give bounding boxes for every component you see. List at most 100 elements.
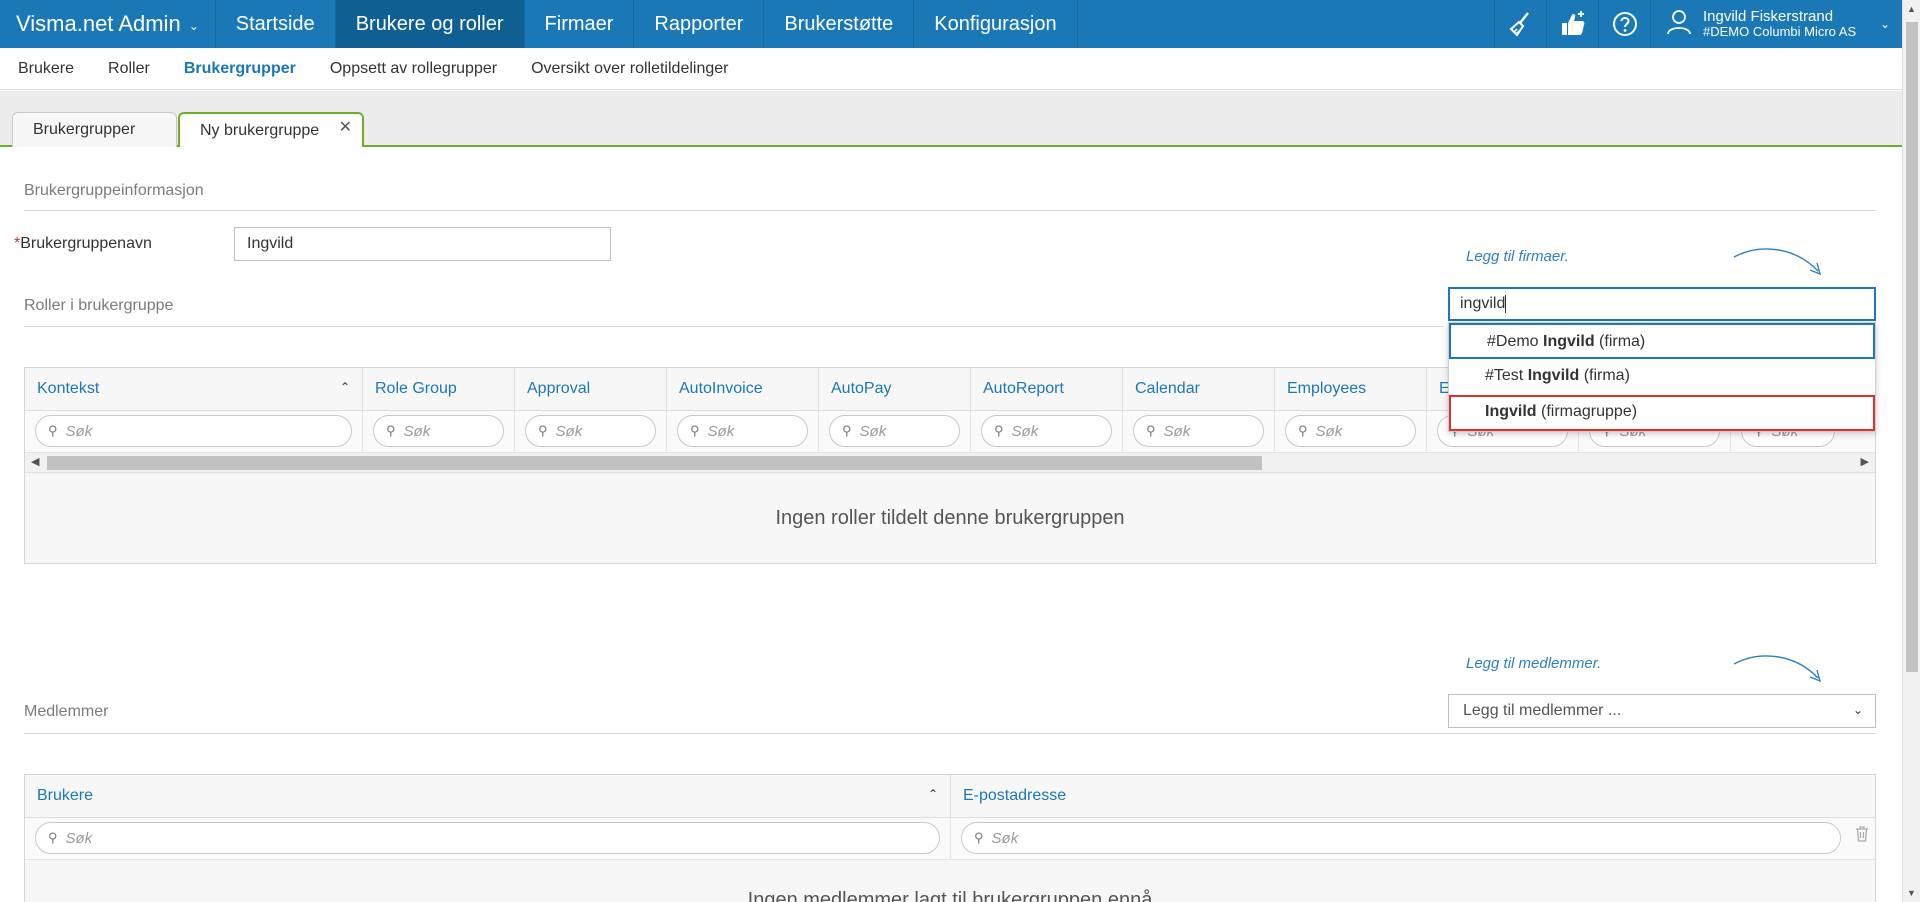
divider bbox=[24, 733, 1876, 734]
close-icon[interactable]: ✕ bbox=[339, 117, 352, 137]
horizontal-scrollbar[interactable]: ◀ ▶ bbox=[25, 453, 1875, 473]
column-header-kontekst[interactable]: Kontekst ⌃ bbox=[25, 368, 363, 411]
column-header-employees[interactable]: Employees bbox=[1275, 368, 1427, 411]
group-name-input[interactable] bbox=[234, 227, 611, 261]
column-header-autopay[interactable]: AutoPay bbox=[819, 368, 971, 411]
column-header-autoreport[interactable]: AutoReport bbox=[971, 368, 1123, 411]
nav-brukere-og-roller[interactable]: Brukere og roller bbox=[335, 0, 525, 48]
search-placeholder: Søk bbox=[403, 422, 431, 440]
search-icon: ⚲ bbox=[994, 423, 1004, 438]
top-navbar: Visma.net Admin ⌄ Startside Brukere og r… bbox=[0, 0, 1902, 48]
dropdown-option-ingvild-firmagruppe[interactable]: Ingvild (firmagruppe) bbox=[1449, 395, 1875, 431]
search-placeholder: Søk bbox=[65, 829, 93, 847]
search-placeholder: Søk bbox=[859, 422, 887, 440]
thumbs-feedback-icon[interactable] bbox=[1546, 0, 1598, 48]
help-icon[interactable] bbox=[1598, 0, 1650, 48]
column-header-approval[interactable]: Approval bbox=[515, 368, 667, 411]
column-header-brukere[interactable]: Brukere ⌃ bbox=[25, 775, 951, 818]
subnav-brukere[interactable]: Brukere bbox=[18, 60, 74, 78]
user-menu[interactable]: Ingvild Fiskerstrand #DEMO Columbi Micro… bbox=[1650, 0, 1902, 48]
roles-section-title: Roller i brukergruppe bbox=[24, 297, 174, 314]
search-icon: ⚲ bbox=[538, 423, 548, 438]
scroll-thumb[interactable] bbox=[47, 456, 1262, 470]
nav-startside[interactable]: Startside bbox=[216, 0, 336, 48]
hint-arrow-icon bbox=[1733, 655, 1822, 683]
option-match: Ingvild bbox=[1543, 333, 1595, 350]
name-label: *Brukergruppenavn bbox=[14, 235, 152, 253]
search-placeholder: Søk bbox=[707, 422, 735, 440]
subnav-oversikt-over-rolletildelinger[interactable]: Oversikt over rolletildelinger bbox=[531, 60, 728, 78]
search-icon: ⚲ bbox=[1298, 423, 1308, 438]
divider bbox=[24, 326, 1444, 327]
app-brand-menu[interactable]: Visma.net Admin ⌄ bbox=[0, 0, 216, 48]
roles-empty-message: Ingen roller tildelt denne brukergruppen bbox=[25, 473, 1875, 563]
search-icon: ⚲ bbox=[1146, 423, 1156, 438]
search-kontekst[interactable]: ⚲ Søk bbox=[35, 415, 352, 447]
nav-rapporter[interactable]: Rapporter bbox=[634, 0, 765, 48]
search-autoreport[interactable]: ⚲ Søk bbox=[981, 415, 1112, 447]
column-header-e-postadresse[interactable]: E-postadresse bbox=[951, 775, 1875, 818]
scroll-right-icon[interactable]: ▶ bbox=[1861, 455, 1869, 468]
page-scrollbar[interactable]: ▲ ▼ bbox=[1902, 0, 1920, 902]
tab-bar: Brukergrupper Ny brukergruppe ✕ bbox=[0, 91, 1902, 149]
search-icon: ⚲ bbox=[48, 830, 58, 845]
search-brukere[interactable]: ⚲ Søk bbox=[35, 822, 940, 854]
search-e-postadresse[interactable]: ⚲ Søk bbox=[961, 822, 1841, 854]
scroll-thumb[interactable] bbox=[1906, 22, 1918, 672]
broom-icon[interactable] bbox=[1494, 0, 1546, 48]
search-role-group[interactable]: ⚲ Søk bbox=[373, 415, 504, 447]
scroll-left-icon[interactable]: ◀ bbox=[31, 455, 39, 468]
option-suffix: (firmagruppe) bbox=[1536, 403, 1638, 420]
search-placeholder: Søk bbox=[1163, 422, 1191, 440]
section-info-title: Brukergruppeinformasjon bbox=[24, 182, 204, 199]
scroll-down-icon[interactable]: ▼ bbox=[1907, 888, 1916, 898]
search-placeholder: Søk bbox=[991, 829, 1019, 847]
search-icon: ⚲ bbox=[690, 423, 700, 438]
option-prefix: #Demo bbox=[1487, 333, 1544, 350]
add-members-hint: Legg til medlemmer. bbox=[1466, 655, 1602, 672]
column-label: Brukere bbox=[37, 787, 94, 804]
dropdown-option-test-ingvild[interactable]: #Test Ingvild (firma) bbox=[1449, 359, 1875, 395]
tab-ny-brukergruppe[interactable]: Ny brukergruppe ✕ bbox=[178, 112, 364, 149]
main-content: Brukergruppeinformasjon *Brukergruppenav… bbox=[0, 147, 1902, 902]
tab-brukergrupper[interactable]: Brukergrupper bbox=[12, 112, 177, 147]
option-prefix: #Test bbox=[1485, 367, 1528, 384]
column-header-calendar[interactable]: Calendar bbox=[1123, 368, 1275, 411]
nav-konfigurasjon[interactable]: Konfigurasjon bbox=[914, 0, 1078, 48]
tab-label: Ny brukergruppe bbox=[200, 122, 320, 139]
search-autoinvoice[interactable]: ⚲ Søk bbox=[677, 415, 808, 447]
user-name: Ingvild Fiskerstrand bbox=[1703, 8, 1834, 25]
column-header-role-group[interactable]: Role Group bbox=[363, 368, 515, 411]
add-members-select[interactable]: Legg til medlemmer ... ⌄ bbox=[1448, 694, 1876, 728]
search-autopay[interactable]: ⚲ Søk bbox=[829, 415, 960, 447]
search-icon: ⚲ bbox=[48, 423, 58, 438]
search-icon: ⚲ bbox=[974, 830, 984, 845]
chevron-down-icon: ⌄ bbox=[1879, 17, 1890, 31]
search-approval[interactable]: ⚲ Søk bbox=[525, 415, 656, 447]
option-suffix: (firma) bbox=[1594, 333, 1646, 350]
column-header-autoinvoice[interactable]: AutoInvoice bbox=[667, 368, 819, 411]
chevron-down-icon: ⌄ bbox=[188, 19, 199, 33]
trash-icon[interactable] bbox=[1855, 826, 1869, 847]
dropdown-option-demo-ingvild[interactable]: #Demo Ingvild (firma) bbox=[1449, 323, 1875, 359]
members-grid: Brukere ⌃ E-postadresse ⚲ Søk ⚲ Søk Ingen m… bbox=[24, 774, 1876, 902]
nav-brukerstotte[interactable]: Brukerstøtte bbox=[764, 0, 915, 48]
sort-up-icon: ⌃ bbox=[927, 787, 938, 801]
search-placeholder: Søk bbox=[1315, 422, 1343, 440]
search-calendar[interactable]: ⚲ Søk bbox=[1133, 415, 1264, 447]
scroll-up-icon[interactable]: ▲ bbox=[1907, 4, 1916, 14]
nav-firmaer[interactable]: Firmaer bbox=[525, 0, 635, 48]
search-employees[interactable]: ⚲ Søk bbox=[1285, 415, 1416, 447]
members-grid-filter-row: ⚲ Søk ⚲ Søk bbox=[25, 818, 1875, 860]
option-match: Ingvild bbox=[1485, 403, 1537, 420]
name-label-text: Brukergruppenavn bbox=[20, 235, 152, 252]
subnav-roller[interactable]: Roller bbox=[108, 60, 150, 78]
firm-search-input[interactable]: ingvild bbox=[1448, 287, 1876, 321]
app-brand: Visma.net Admin bbox=[16, 11, 181, 36]
subnav-oppsett-av-rollegrupper[interactable]: Oppsett av rollegrupper bbox=[330, 60, 497, 78]
subnav-brukergrupper[interactable]: Brukergrupper bbox=[184, 60, 296, 78]
search-placeholder: Søk bbox=[65, 422, 93, 440]
search-icon: ⚲ bbox=[386, 423, 396, 438]
column-label: Kontekst bbox=[37, 380, 100, 397]
option-suffix: (firma) bbox=[1579, 367, 1630, 384]
